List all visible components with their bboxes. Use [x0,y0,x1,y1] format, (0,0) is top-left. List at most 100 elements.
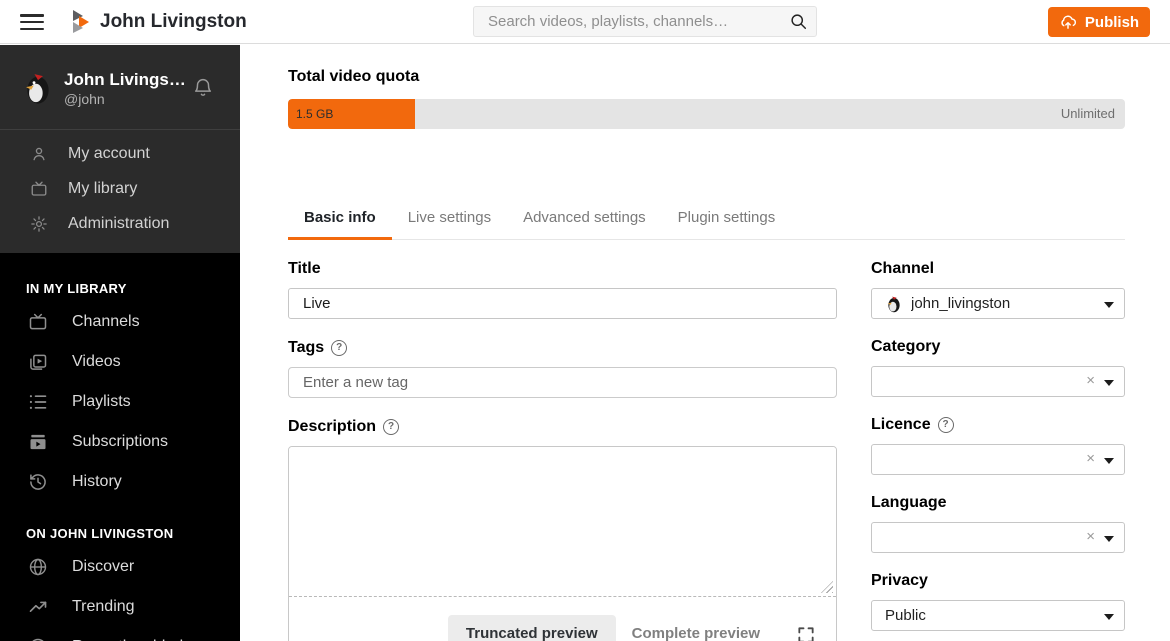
sidebar-item-my-account[interactable]: My account [0,136,240,171]
description-textarea[interactable] [289,447,836,596]
gear-icon [31,215,47,232]
search-icon[interactable] [790,13,807,30]
sidebar-item-trending[interactable]: Trending [0,587,240,627]
search-input[interactable] [473,6,817,37]
clear-icon[interactable]: × [1086,450,1095,467]
list-icon [29,395,47,409]
sidebar-item-label: History [72,473,122,490]
publish-button[interactable]: Publish [1048,7,1150,37]
tags-input[interactable] [288,367,837,398]
publish-button-label: Publish [1084,13,1140,31]
user-avatar[interactable] [21,71,55,105]
sidebar-item-label: Channels [72,313,140,330]
main-content: Total video quota 1.5 GB Unlimited Basic… [240,44,1170,641]
quota-total-label: Unlimited [1060,106,1115,121]
sidebar-item-label: Playlists [72,393,131,410]
privacy-value: Public [885,607,926,624]
tab-plugin-settings[interactable]: Plugin settings [662,209,792,240]
top-header: John Livingston Publish [0,0,1170,44]
notifications-bell-icon[interactable] [192,75,214,99]
sidebar-user-handle: @john [64,91,105,107]
title-group: Title [288,260,837,319]
sidebar-main-menu: My account My library Administration [0,130,240,253]
sidebar-user-block: John Livings… @john [0,45,240,129]
sidebar-item-subscriptions[interactable]: Subscriptions [0,422,240,462]
sidebar-item-label: My library [68,179,138,197]
sidebar-item-label: Administration [68,214,170,232]
tags-label: Tags [288,339,325,356]
sidebar-item-videos[interactable]: Videos [0,342,240,382]
licence-select[interactable]: × [871,444,1125,475]
privacy-group: Privacy Public [871,572,1125,631]
sidebar-item-discover[interactable]: Discover [0,547,240,587]
chevron-down-icon [1104,614,1114,620]
channel-select[interactable]: john_livingston [871,288,1125,319]
sidebar-item-my-library[interactable]: My library [0,171,240,206]
sidebar-item-history[interactable]: History [0,462,240,502]
peertube-logo-icon[interactable] [71,10,91,34]
sidebar: John Livings… @john My account My librar… [0,45,240,641]
licence-help-icon[interactable]: ? [937,417,954,433]
tab-live-settings[interactable]: Live settings [392,209,507,240]
tab-advanced-settings[interactable]: Advanced settings [507,209,662,240]
instance-title[interactable]: John Livingston [100,0,247,44]
privacy-label: Privacy [871,572,928,589]
quota-progress-bar: 1.5 GB Unlimited [288,99,1125,129]
licence-group: Licence ? × [871,416,1125,475]
language-label: Language [871,494,947,511]
language-group: Language × [871,494,1125,553]
settings-tabs: Basic info Live settings Advanced settin… [288,209,1125,240]
sidebar-item-recently-added[interactable]: Recently added [0,627,240,641]
tags-group: Tags ? [288,339,837,398]
fullscreen-icon[interactable] [796,625,816,641]
history-clock-icon [30,474,46,490]
description-preview-row: Truncated preview Complete preview [289,597,836,641]
privacy-select[interactable]: Public [871,600,1125,631]
search-bar [473,6,817,37]
description-help-icon[interactable]: ? [383,419,400,435]
trending-up-icon [29,601,47,612]
plus-circle-icon [32,638,44,641]
chevron-down-icon [1104,458,1114,464]
sidebar-item-label: Videos [72,353,121,370]
quota-used-label: 1.5 GB [296,107,334,121]
sidebar-item-playlists[interactable]: Playlists [0,382,240,422]
tv-icon [31,181,47,196]
category-group: Category × [871,338,1125,397]
complete-preview-button[interactable]: Complete preview [632,615,760,641]
sidebar-item-administration[interactable]: Administration [0,206,240,241]
truncated-preview-button[interactable]: Truncated preview [447,615,616,641]
category-label: Category [871,338,941,355]
clear-icon[interactable]: × [1086,372,1095,389]
description-editor: Truncated preview Complete preview [288,446,837,641]
sidebar-item-label: Subscriptions [72,433,169,450]
sidebar-user-name[interactable]: John Livings… [64,70,186,90]
sidebar-section-title: IN MY LIBRARY [26,281,127,296]
category-select[interactable]: × [871,366,1125,397]
channel-value: john_livingston [911,295,1011,312]
sidebar-item-label: My account [68,144,150,162]
title-label: Title [288,260,321,277]
language-select[interactable]: × [871,522,1125,553]
form-right-column: Channel john_livingston Category × Licen… [871,260,1125,641]
menu-toggle-icon[interactable] [20,14,44,30]
user-icon [33,147,45,160]
description-label: Description [288,418,377,435]
chevron-down-icon [1104,302,1114,308]
title-input[interactable] [288,288,837,319]
sidebar-item-channels[interactable]: Channels [0,302,240,342]
clear-icon[interactable]: × [1086,528,1095,545]
licence-label: Licence [871,416,931,433]
description-group: Description ? Truncated preview Complete… [288,418,837,641]
inbox-play-icon [30,434,46,450]
channel-avatar [887,296,900,312]
channel-label: Channel [871,260,935,277]
channel-group: Channel john_livingston [871,260,1125,319]
tab-basic-info[interactable]: Basic info [288,209,392,240]
tags-help-icon[interactable]: ? [331,340,348,356]
upload-cloud-icon [1061,15,1076,29]
chevron-down-icon [1104,380,1114,386]
basic-info-form: Title Tags ? Description ? [288,260,1125,641]
quota-title: Total video quota [288,68,420,85]
globe-icon [29,558,47,576]
